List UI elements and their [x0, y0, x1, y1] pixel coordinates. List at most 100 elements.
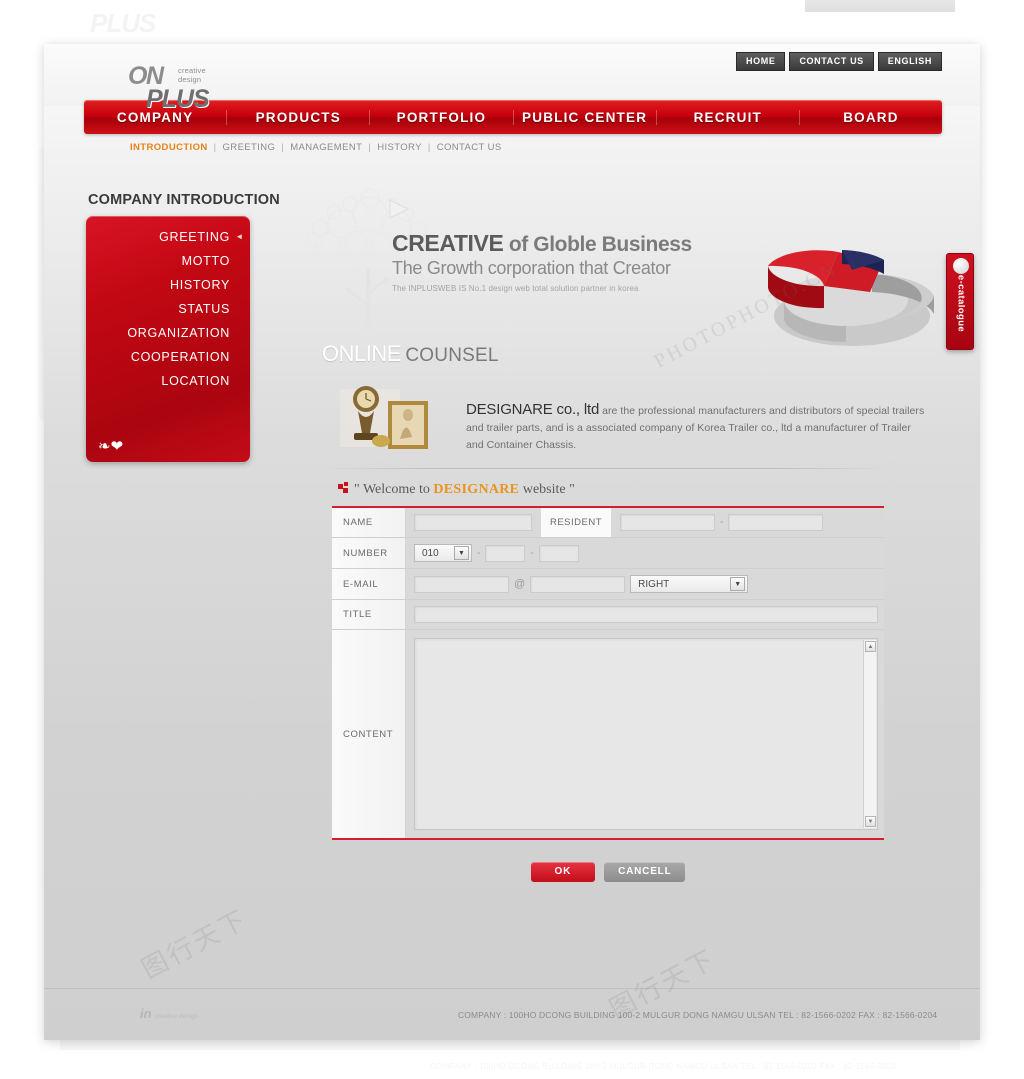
- subnav-item-introduction[interactable]: INTRODUCTION: [130, 142, 208, 153]
- resident-first-input[interactable]: [620, 514, 715, 531]
- content-textarea[interactable]: ▲ ▼: [414, 638, 878, 830]
- pie-chart-graphic: [768, 250, 934, 346]
- sidebar-item-cooperation[interactable]: COOPERATION: [86, 350, 250, 364]
- title-label: TITLE: [332, 600, 406, 629]
- form-row-title: TITLE: [332, 600, 884, 630]
- hero-banner-text: CREATIVE of Globle Business The Growth c…: [392, 230, 692, 293]
- subnav-separator-icon: |: [368, 142, 372, 153]
- sidebar-item-label: HISTORY: [169, 278, 230, 292]
- dash-separator: -: [530, 547, 534, 559]
- footer-divider: [44, 988, 980, 989]
- ok-button[interactable]: OK: [530, 862, 596, 882]
- number-last-input[interactable]: [538, 544, 579, 562]
- e-catalogue-tab[interactable]: e-catalogue: [946, 253, 974, 350]
- page-title-primary: ONLINE: [322, 341, 401, 366]
- utility-nav-home[interactable]: HOME: [736, 52, 786, 71]
- subnav-item-management[interactable]: MANAGEMENT: [290, 142, 362, 153]
- counsel-form: NAME RESIDENT - NUMBER 010 ▼ - - E-MAIL …: [332, 506, 884, 840]
- chevron-down-icon: ▼: [730, 577, 746, 591]
- number-middle-input[interactable]: [485, 544, 526, 562]
- email-label: E-MAIL: [332, 569, 406, 599]
- sidebar-item-label: GREETING: [159, 230, 230, 244]
- sidebar-item-motto[interactable]: MOTTO: [86, 254, 250, 268]
- name-input[interactable]: [414, 514, 532, 531]
- subnav-item-contact-us[interactable]: CONTACT US: [437, 142, 502, 153]
- divider: [322, 468, 890, 469]
- name-label: NAME: [332, 508, 406, 537]
- sidebar-item-history[interactable]: HISTORY: [86, 278, 250, 292]
- email-domain-select[interactable]: RIGHT ▼: [630, 575, 749, 593]
- footer-logo-text: in: [140, 1006, 152, 1021]
- utility-nav-english[interactable]: ENGLISH: [877, 52, 942, 71]
- number-row-body: 010 ▼ - -: [406, 538, 884, 568]
- welcome-highlight-text: DESIGNARE: [433, 482, 520, 497]
- resident-label: RESIDENT: [541, 508, 611, 537]
- subnav-separator-icon: |: [427, 142, 431, 153]
- email-domain-select-value: RIGHT: [638, 578, 670, 590]
- number-prefix-value: 010: [422, 547, 439, 559]
- nav-item-public-center[interactable]: PUBLIC CENTER: [514, 109, 657, 125]
- resident-second-input[interactable]: [728, 514, 824, 531]
- sidebar-item-label: COOPERATION: [130, 350, 230, 364]
- at-symbol-icon: @: [514, 578, 526, 590]
- intro-company-name: DESIGNARE co., ltd: [466, 401, 600, 418]
- title-row-body: [406, 600, 884, 629]
- cancel-button[interactable]: CANCELL: [604, 862, 686, 882]
- welcome-heading: " Welcome to DESIGNARE website ": [338, 482, 575, 498]
- banner-line-2: The Growth corporation that Creator: [392, 258, 671, 278]
- email-domain-input[interactable]: [530, 575, 626, 593]
- sub-navigation: INTRODUCTION | GREETING | MANAGEMENT | H…: [130, 142, 502, 153]
- form-actions: OK CANCELL: [332, 862, 884, 882]
- form-row-name: NAME RESIDENT -: [332, 508, 884, 538]
- form-row-number: NUMBER 010 ▼ - -: [332, 538, 884, 569]
- page-container: HOME CONTACT US ENGLISH ON creative desi…: [44, 44, 980, 1040]
- clock-and-frame-image: [340, 386, 428, 449]
- utility-nav-contact-us[interactable]: CONTACT US: [789, 52, 874, 71]
- title-input[interactable]: [414, 606, 878, 623]
- email-user-input[interactable]: [414, 575, 509, 593]
- content-scrollbar[interactable]: ▲ ▼: [863, 640, 876, 828]
- number-label: NUMBER: [332, 538, 406, 568]
- sidebar-item-greeting[interactable]: GREETING ◄: [86, 230, 250, 244]
- sidebar-menu: GREETING ◄ MOTTO HISTORY STATUS ORGANIZA…: [86, 216, 250, 462]
- bullet-squares-icon: [338, 482, 349, 493]
- subnav-item-greeting[interactable]: GREETING: [223, 142, 276, 153]
- scroll-down-icon[interactable]: ▼: [865, 816, 876, 827]
- ghost-logo: PLUS: [90, 8, 156, 39]
- chevron-left-icon: ◄: [235, 232, 244, 241]
- sidebar-title: COMPANY INTRODUCTION: [88, 192, 280, 208]
- sidebar-item-organization[interactable]: ORGANIZATION: [86, 326, 250, 340]
- sidebar-item-status[interactable]: STATUS: [86, 302, 250, 316]
- page-title-secondary: COUNSEL: [405, 345, 499, 366]
- sidebar-item-label: MOTTO: [181, 254, 230, 268]
- logo-tagline: creative design: [178, 66, 206, 84]
- subnav-separator-icon: |: [213, 142, 217, 153]
- site-logo[interactable]: ON creative design PLUS: [128, 64, 210, 113]
- nav-item-recruit[interactable]: RECRUIT: [657, 109, 800, 125]
- chevron-down-icon: ▼: [454, 546, 469, 560]
- banner-line-1-rest: of Globle Business: [503, 233, 692, 256]
- watermark-cn: 图行天下: [136, 904, 254, 986]
- number-prefix-select[interactable]: 010 ▼: [414, 544, 472, 562]
- email-row-body: @ RIGHT ▼: [406, 569, 884, 599]
- sidebar-item-location[interactable]: LOCATION: [86, 374, 250, 388]
- nav-item-portfolio[interactable]: PORTFOLIO: [370, 109, 514, 125]
- footer-company-info: COMPANY : 100HO DCONG BUILDING 100-2 MUL…: [458, 1010, 938, 1020]
- name-row-body: RESIDENT -: [406, 508, 884, 537]
- banner-line-1-strong: CREATIVE: [392, 230, 504, 256]
- ghost-footer-text: COMPANY : 100HO DCONG BUILDING 100-2 MUL…: [430, 1062, 897, 1071]
- nav-item-products[interactable]: PRODUCTS: [227, 109, 371, 125]
- banner-line-1: CREATIVE of Globle Business: [392, 230, 692, 257]
- subnav-item-history[interactable]: HISTORY: [377, 142, 422, 153]
- scroll-up-icon[interactable]: ▲: [865, 641, 876, 652]
- footer-logo: in creative design: [140, 1006, 198, 1021]
- sidebar-item-label: STATUS: [178, 302, 230, 316]
- content-label: CONTENT: [332, 630, 406, 838]
- form-row-content: CONTENT ▲ ▼: [332, 630, 884, 838]
- main-navigation: COMPANY PRODUCTS PORTFOLIO PUBLIC CENTER…: [84, 100, 942, 134]
- logo-plus-text: PLUS: [146, 85, 210, 113]
- intro-paragraph: DESIGNARE co., ltd are the professional …: [466, 401, 926, 454]
- nav-item-board[interactable]: BOARD: [800, 110, 942, 125]
- subnav-separator-icon: |: [281, 142, 285, 153]
- sidebar-item-label: ORGANIZATION: [127, 326, 230, 340]
